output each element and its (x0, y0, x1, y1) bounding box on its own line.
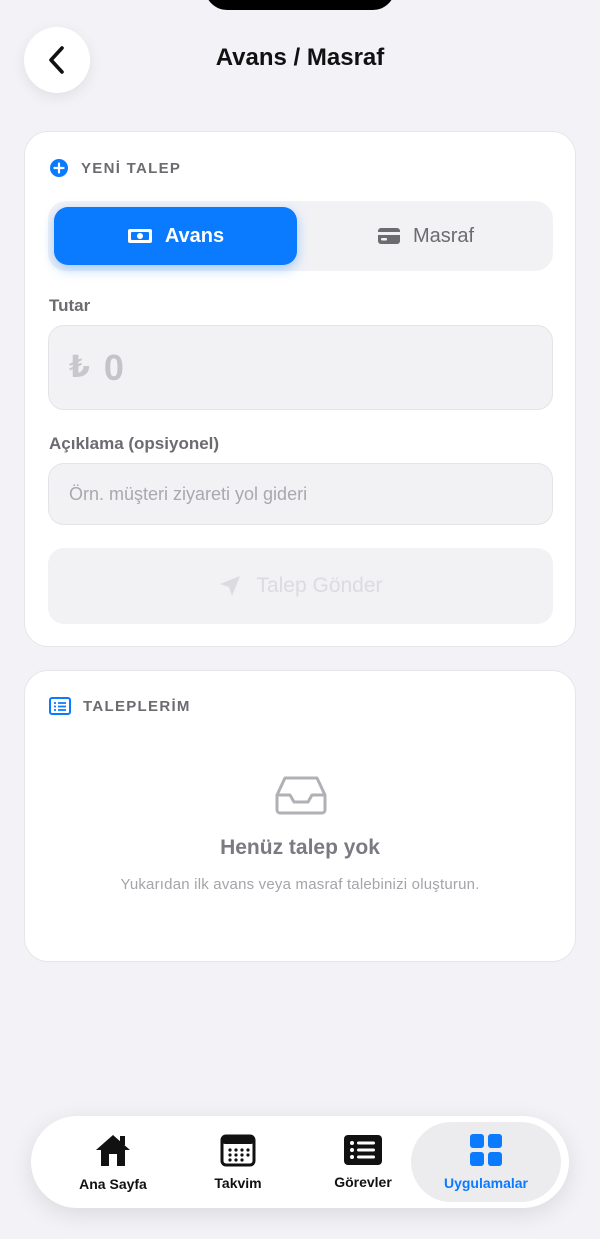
device-notch (205, 0, 395, 10)
paper-plane-icon (220, 576, 241, 596)
tab-home[interactable]: Ana Sayfa (49, 1122, 177, 1202)
segment-expense-label: Masraf (412, 224, 475, 247)
segment-advance[interactable]: Avans (54, 207, 297, 265)
house-icon (96, 1135, 130, 1166)
tab-apps[interactable]: Uygulamalar (411, 1122, 561, 1202)
segment-advance-label: Avans (164, 224, 225, 247)
tab-tasks-label: Görevler (334, 1174, 392, 1190)
tab-apps-label: Uygulamalar (443, 1175, 529, 1191)
amount-value: 0 (103, 346, 124, 388)
credit-card-icon (377, 228, 400, 244)
description-input[interactable] (48, 463, 553, 525)
type-segmented-control: Avans Masraf (48, 201, 553, 271)
tab-home-label: Ana Sayfa (79, 1176, 147, 1192)
submit-request-button[interactable]: Talep Gönder (48, 548, 553, 624)
list-icon (344, 1135, 382, 1165)
page-title: Avans / Masraf (215, 44, 385, 71)
my-requests-title: TALEPLERİM (83, 697, 191, 715)
grid-icon (470, 1134, 502, 1166)
new-request-title: YENİ TALEP (81, 159, 182, 177)
currency-symbol: ₺ (69, 351, 90, 384)
amount-label: Tutar (49, 296, 91, 315)
tab-tasks[interactable]: Görevler (299, 1122, 427, 1202)
list-alt-icon (49, 697, 71, 715)
calendar-icon (220, 1134, 256, 1167)
empty-state-subtitle: Yukarıdan ilk avans veya masraf talebini… (120, 876, 480, 893)
tab-calendar-label: Takvim (214, 1175, 262, 1191)
inbox-tray-icon (275, 776, 327, 815)
description-label: Açıklama (opsiyonel) (49, 434, 220, 453)
banknote-icon (127, 229, 152, 243)
segment-expense[interactable]: Masraf (304, 207, 547, 265)
bottom-tab-bar: Ana Sayfa Takvim Görevler Uygulamalar (31, 1116, 569, 1208)
amount-input[interactable]: ₺ 0 (48, 325, 553, 410)
plus-circle-icon (50, 159, 68, 177)
submit-request-label: Talep Gönder (256, 574, 383, 597)
new-request-header: YENİ TALEP (49, 158, 181, 178)
my-requests-card: TALEPLERİM Henüz talep yok Yukarıdan ilk… (24, 670, 576, 962)
tab-calendar[interactable]: Takvim (174, 1122, 302, 1202)
my-requests-header: TALEPLERİM (49, 697, 191, 715)
empty-state-title: Henüz talep yok (220, 836, 380, 859)
new-request-card: YENİ TALEP Avans Masraf Tutar ₺ 0 Açıkla… (24, 131, 576, 647)
